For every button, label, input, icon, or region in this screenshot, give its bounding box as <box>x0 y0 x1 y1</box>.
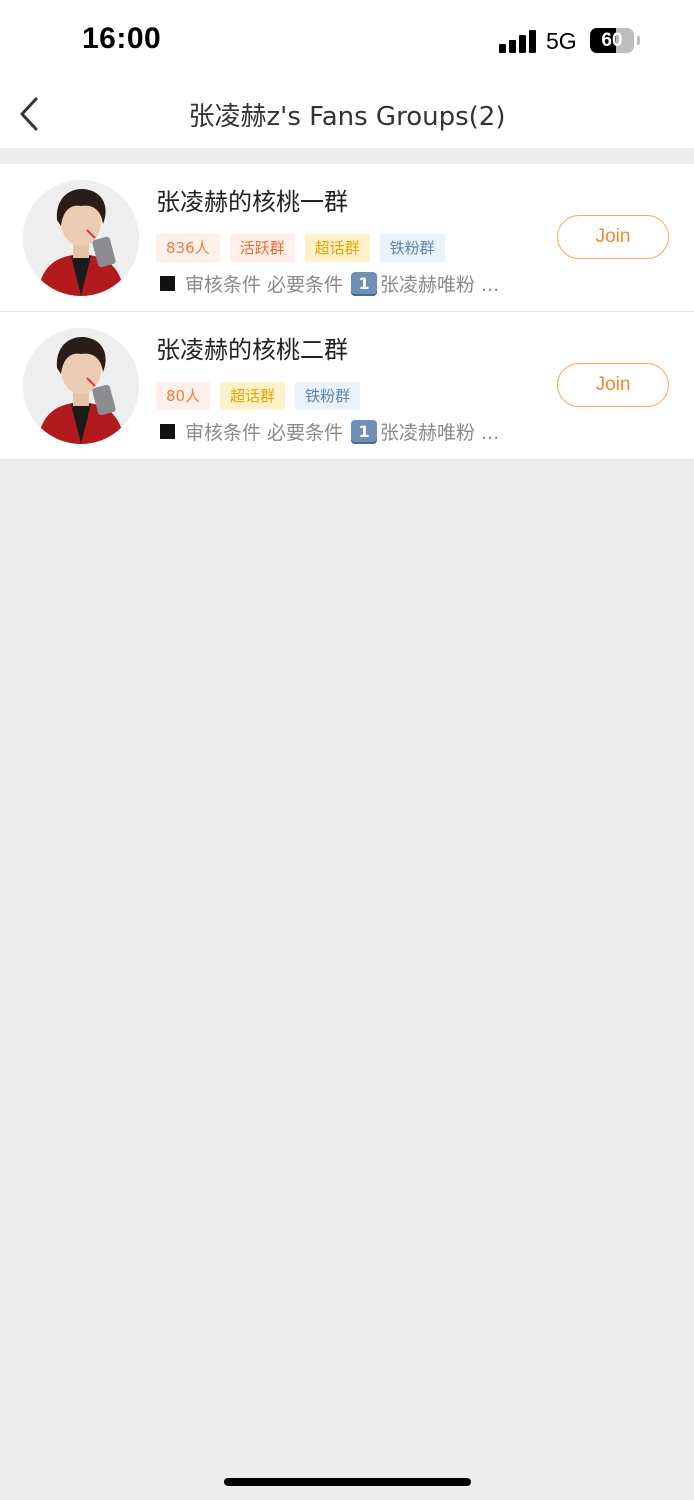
black-square-icon <box>160 424 175 439</box>
join-condition: 审核条件 必要条件 1 张凌赫唯粉 ... <box>160 270 499 297</box>
status-bar: 16:00 5G 60 <box>0 0 694 80</box>
keycap-number-icon: 1 <box>351 419 378 444</box>
nav-bar: 张凌赫z's Fans Groups(2) <box>0 80 694 148</box>
avatar-image <box>23 180 139 296</box>
home-indicator[interactable] <box>224 1478 471 1486</box>
battery-level: 60 <box>601 30 623 51</box>
black-square-icon <box>160 276 175 291</box>
condition-text: 审核条件 必要条件 <box>185 422 344 444</box>
section-gap <box>0 148 694 164</box>
condition-text: 审核条件 必要条件 <box>185 274 344 296</box>
member-count-tag: 836人 <box>156 234 220 262</box>
super-topic-tag: 超话群 <box>220 382 286 410</box>
condition-tail: 张凌赫唯粉 ... <box>380 274 500 296</box>
keycap-number-icon: 1 <box>351 271 378 296</box>
join-button[interactable]: Join <box>557 215 669 259</box>
group-name: 张凌赫的核桃一群 <box>156 188 348 216</box>
group-avatar <box>23 328 139 444</box>
super-topic-tag: 超话群 <box>304 234 370 262</box>
page-title: 张凌赫z's Fans Groups(2) <box>188 102 506 132</box>
network-type: 5G <box>546 28 577 54</box>
battery-tip <box>637 36 640 45</box>
group-item[interactable]: 张凌赫的核桃二群 80人 超话群 铁粉群 审核条件 必要条件 1 张凌赫唯粉 .… <box>0 312 694 460</box>
join-condition: 审核条件 必要条件 1 张凌赫唯粉 ... <box>160 418 499 445</box>
status-time: 16:00 <box>82 22 162 55</box>
group-list: 张凌赫的核桃一群 836人 活跃群 超话群 铁粉群 审核条件 必要条件 1 张凌… <box>0 164 694 460</box>
group-tags: 80人 超话群 铁粉群 <box>156 382 361 410</box>
battery-icon: 60 <box>590 28 634 53</box>
group-tags: 836人 活跃群 超话群 铁粉群 <box>156 234 445 262</box>
condition-tail: 张凌赫唯粉 ... <box>380 422 500 444</box>
cellular-signal-icon <box>499 29 537 53</box>
iron-fan-tag: 铁粉群 <box>295 382 361 410</box>
group-avatar <box>23 180 139 296</box>
join-button[interactable]: Join <box>557 363 669 407</box>
group-item[interactable]: 张凌赫的核桃一群 836人 活跃群 超话群 铁粉群 审核条件 必要条件 1 张凌… <box>0 164 694 312</box>
avatar-image <box>23 328 139 444</box>
member-count-tag: 80人 <box>156 382 211 410</box>
active-group-tag: 活跃群 <box>229 234 295 262</box>
iron-fan-tag: 铁粉群 <box>379 234 445 262</box>
group-name: 张凌赫的核桃二群 <box>156 336 348 364</box>
